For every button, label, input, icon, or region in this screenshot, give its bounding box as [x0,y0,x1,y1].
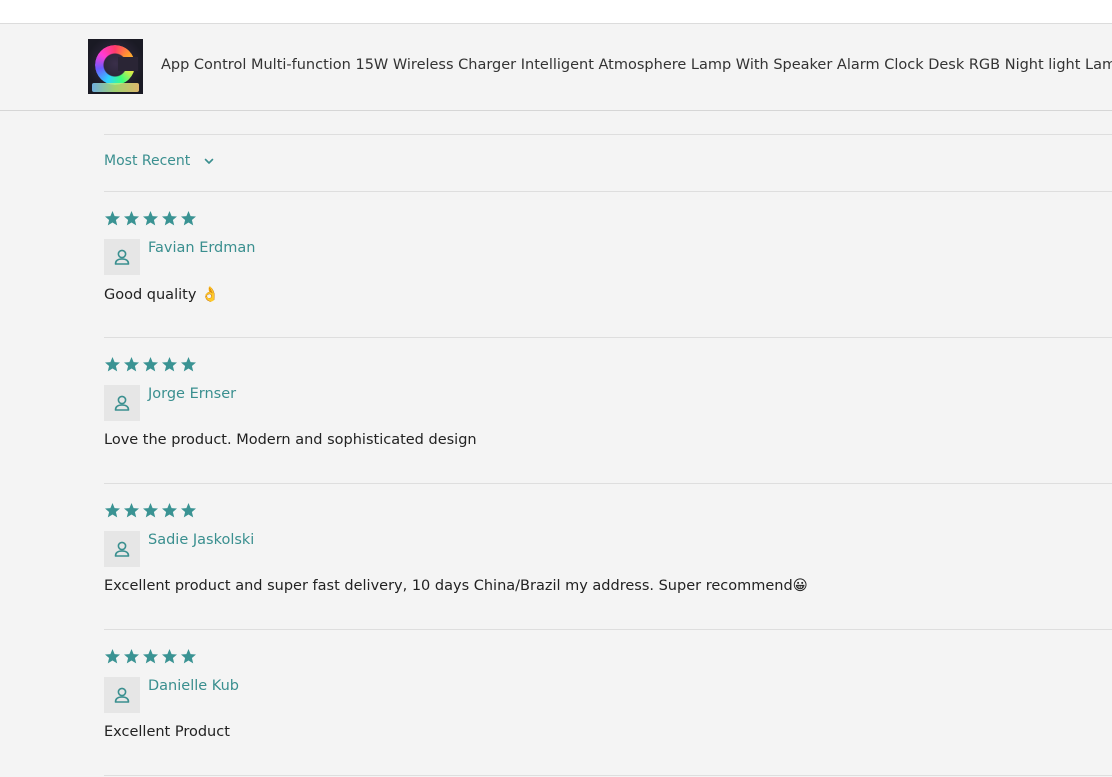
star-icon [162,357,177,372]
star-rating [104,502,197,519]
star-rating [104,356,197,373]
top-bar [0,0,1112,24]
star-icon [181,211,196,226]
star-rating [104,210,197,227]
divider [104,134,1112,135]
sort-dropdown[interactable]: Most Recent [104,153,216,169]
review-text: Love the product. Modern and sophisticat… [104,432,477,448]
review-item: Favian Erdman Good quality 👌 [104,192,1112,338]
lamp-base-image [92,83,139,92]
avatar [104,677,140,713]
user-icon [114,541,130,557]
reviewer-name: Sadie Jaskolski [148,532,255,548]
user-icon [114,687,130,703]
star-icon [143,211,158,226]
star-icon [162,211,177,226]
review-item: Danielle Kub Excellent Product [104,630,1112,776]
star-icon [124,649,139,664]
chevron-down-icon [204,158,214,164]
avatar [104,239,140,275]
review-text: Excellent product and super fast deliver… [104,578,808,594]
star-icon [143,357,158,372]
star-icon [162,649,177,664]
star-icon [105,503,120,518]
product-title[interactable]: App Control Multi-function 15W Wireless … [161,57,1112,73]
star-icon [162,503,177,518]
sort-label: Most Recent [104,153,191,169]
avatar [104,531,140,567]
star-icon [124,211,139,226]
reviewer-name: Favian Erdman [148,240,256,256]
star-icon [181,503,196,518]
star-rating [104,648,197,665]
review-item: Sadie Jaskolski Excellent product and sup… [104,484,1112,630]
reviewer-name: Jorge Ernser [148,386,237,402]
review-text: Excellent Product [104,724,230,740]
review-item: Jorge Ernser Love the product. Modern and… [104,338,1112,484]
avatar [104,385,140,421]
reviewer-name: Danielle Kub [148,678,239,694]
star-icon [105,211,120,226]
divider [104,775,1112,776]
star-icon [124,357,139,372]
product-header: App Control Multi-function 15W Wireless … [0,24,1112,111]
user-icon [114,395,130,411]
star-icon [105,649,120,664]
user-icon [114,249,130,265]
product-thumbnail[interactable] [88,39,143,94]
review-text: Good quality 👌 [104,287,220,303]
star-icon [105,357,120,372]
star-icon [124,503,139,518]
lamp-ring-gap [118,57,138,71]
star-icon [181,649,196,664]
star-icon [143,503,158,518]
star-icon [143,649,158,664]
star-icon [181,357,196,372]
